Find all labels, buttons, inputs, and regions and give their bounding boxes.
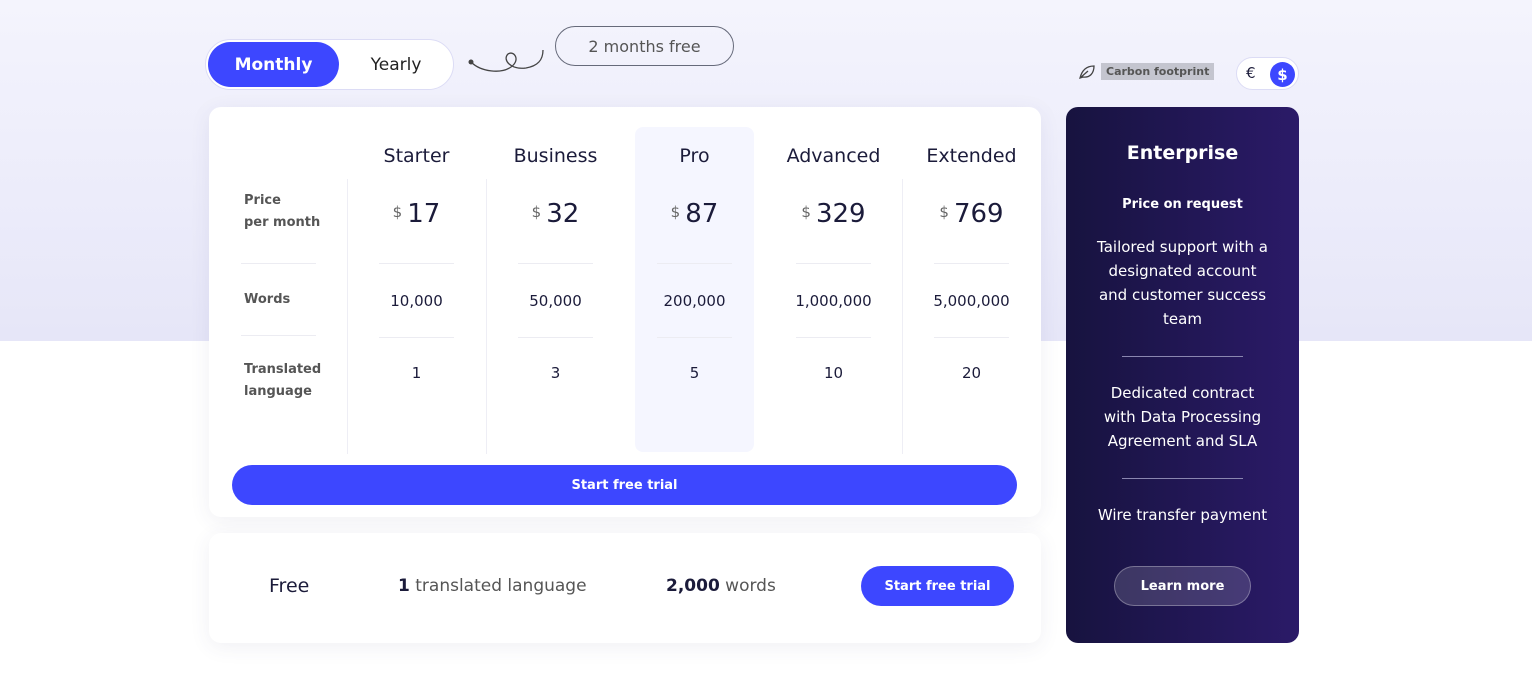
plan-languages: 3 bbox=[550, 364, 561, 382]
plan-price: $87 bbox=[670, 199, 719, 229]
plan-languages: 20 bbox=[961, 364, 982, 382]
plan-words: 200,000 bbox=[663, 292, 726, 310]
plan-name: Starter bbox=[383, 145, 450, 167]
enterprise-price: Price on request bbox=[1122, 197, 1243, 212]
plan-column-advanced: Advanced $329 1,000,000 10 bbox=[764, 107, 903, 457]
plan-name: Pro bbox=[679, 145, 710, 167]
languages-label: Translated language bbox=[244, 362, 322, 399]
plan-name: Extended bbox=[926, 145, 1017, 167]
currency-euro[interactable]: € bbox=[1246, 64, 1256, 82]
plan-column-pro: Pro $87 200,000 5 bbox=[625, 107, 764, 457]
plan-column-business: Business $32 50,000 3 bbox=[486, 107, 625, 457]
divider bbox=[241, 263, 316, 264]
leaf-icon bbox=[1079, 64, 1095, 79]
price-label: Price per month bbox=[244, 193, 321, 230]
divider bbox=[379, 337, 454, 338]
plan-languages: 1 bbox=[411, 364, 422, 382]
column-divider bbox=[347, 179, 348, 454]
enterprise-feature: Wire transfer payment bbox=[1097, 506, 1268, 524]
divider bbox=[1122, 478, 1243, 479]
divider bbox=[518, 337, 593, 338]
enterprise-feature: Dedicated contract with Data Processing … bbox=[1103, 384, 1262, 450]
start-free-trial-button[interactable]: Start free trial bbox=[232, 465, 1017, 505]
plan-languages: 5 bbox=[689, 364, 700, 382]
plan-price: $329 bbox=[801, 199, 866, 229]
plan-languages: 10 bbox=[823, 364, 844, 382]
pricing-table: Price per month Words Translated language … bbox=[209, 107, 1041, 517]
plan-words: 1,000,000 bbox=[795, 292, 872, 310]
promo-badge: 2 months free bbox=[555, 26, 734, 66]
plan-column-starter: Starter $17 10,000 1 bbox=[347, 107, 486, 457]
plan-words: 10,000 bbox=[390, 292, 443, 310]
learn-more-button[interactable]: Learn more bbox=[1114, 566, 1251, 606]
free-title: Free bbox=[269, 575, 310, 597]
billing-toggle[interactable]: Monthly Yearly bbox=[205, 39, 454, 90]
free-languages: 1 translated language bbox=[398, 576, 587, 596]
squiggle-arrow-icon bbox=[468, 49, 544, 72]
divider bbox=[796, 263, 871, 264]
plan-price: $769 bbox=[939, 199, 1004, 229]
plan-words: 50,000 bbox=[529, 292, 582, 310]
toggle-monthly[interactable]: Monthly bbox=[208, 42, 339, 87]
currency-toggle[interactable]: € $ bbox=[1236, 57, 1299, 90]
divider bbox=[657, 263, 732, 264]
enterprise-title: Enterprise bbox=[1126, 142, 1239, 164]
divider bbox=[518, 263, 593, 264]
plan-column-extended: Extended $769 5,000,000 20 bbox=[902, 107, 1041, 457]
plan-name: Business bbox=[513, 145, 598, 167]
free-start-trial-button[interactable]: Start free trial bbox=[861, 566, 1014, 606]
plan-words: 5,000,000 bbox=[933, 292, 1010, 310]
words-label: Words bbox=[244, 292, 291, 307]
divider bbox=[1122, 356, 1243, 357]
toggle-yearly[interactable]: Yearly bbox=[346, 42, 446, 87]
carbon-footprint[interactable]: Carbon footprint bbox=[1078, 63, 1215, 80]
free-plan: Free 1 translated language 2,000 words S… bbox=[209, 533, 1041, 643]
divider bbox=[796, 337, 871, 338]
carbon-footprint-label: Carbon footprint bbox=[1101, 63, 1215, 80]
divider bbox=[241, 335, 316, 336]
plan-price: $32 bbox=[531, 199, 580, 229]
currency-dollar[interactable]: $ bbox=[1270, 62, 1295, 87]
free-words: 2,000 words bbox=[666, 576, 776, 596]
plan-price: $17 bbox=[392, 199, 441, 229]
column-divider bbox=[486, 179, 487, 454]
divider bbox=[934, 263, 1009, 264]
plan-name: Advanced bbox=[786, 145, 881, 167]
enterprise-card: Enterprise Price on request Tailored sup… bbox=[1066, 107, 1299, 643]
divider bbox=[379, 263, 454, 264]
divider bbox=[657, 337, 732, 338]
divider bbox=[934, 337, 1009, 338]
enterprise-feature: Tailored support with a designated accou… bbox=[1097, 238, 1268, 328]
column-divider bbox=[902, 179, 903, 454]
